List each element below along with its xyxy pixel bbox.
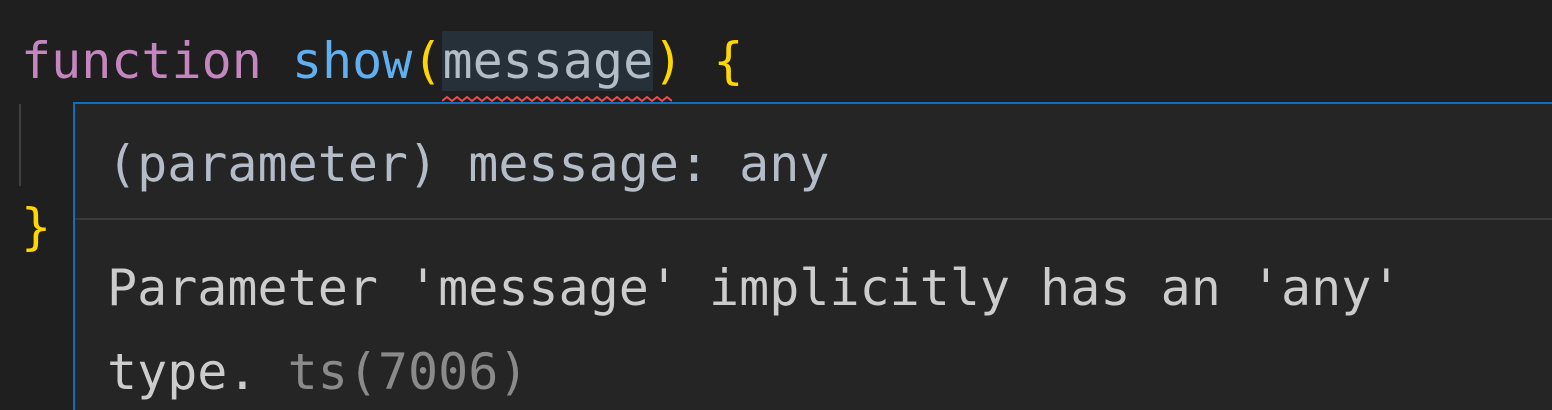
close-brace: } xyxy=(21,198,52,256)
diagnostic-code[interactable]: ts(7006) xyxy=(288,343,529,401)
indent-guide xyxy=(19,104,21,186)
open-brace: { xyxy=(713,32,744,90)
parameter-identifier[interactable]: message xyxy=(442,31,673,103)
hover-tooltip[interactable]: (parameter) message: any Parameter 'mess… xyxy=(73,102,1552,410)
open-paren: ( xyxy=(412,32,443,90)
code-line-1: function show(message) { xyxy=(21,31,744,103)
parameter-name: message xyxy=(442,32,654,90)
function-name[interactable]: show xyxy=(292,32,412,90)
code-line-3: } xyxy=(21,197,51,257)
close-paren: ) xyxy=(653,32,684,90)
diagnostic-text-line-2: type. xyxy=(107,343,258,401)
diagnostic-message: Parameter 'message' implicitly has an 'a… xyxy=(107,246,1547,410)
keyword-function: function xyxy=(21,32,262,90)
code-editor[interactable]: function show(message) { } (parameter) m… xyxy=(0,0,1552,410)
diagnostic-text-line-1: Parameter 'message' implicitly has an 'a… xyxy=(107,259,1402,317)
hover-signature: (parameter) message: any xyxy=(107,135,830,193)
hover-divider xyxy=(75,218,1552,220)
